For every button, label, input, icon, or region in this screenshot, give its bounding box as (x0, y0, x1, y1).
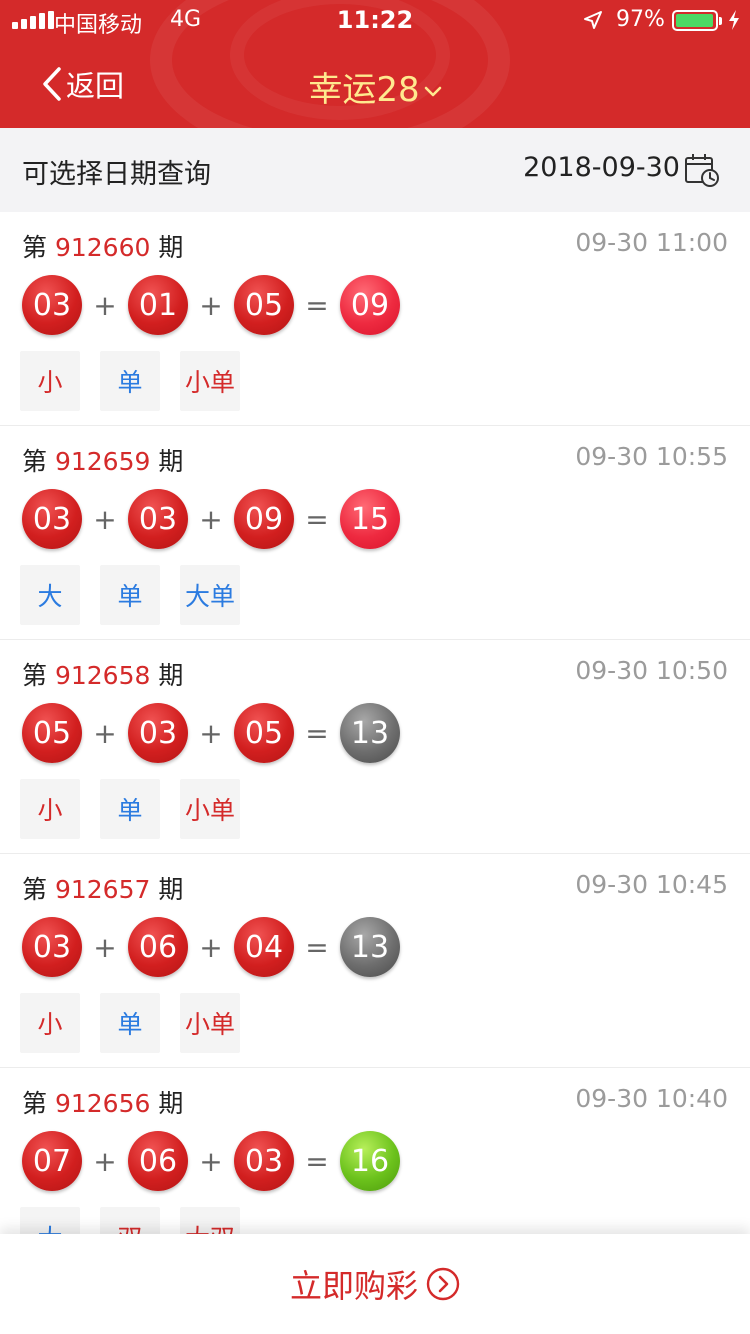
result-tag: 小单 (180, 993, 240, 1053)
draw-row[interactable]: 第 912658 期 09-30 10:50 05 +03 +05 = 13 小单小单 (0, 640, 750, 854)
plus-sign: + (93, 502, 117, 536)
number-ball: 05 (234, 275, 294, 335)
buy-now-label: 立即购彩 (289, 1267, 418, 1305)
number-ball: 03 (22, 917, 82, 977)
draw-numbers: 07 +06 +03 = 16 (22, 1130, 400, 1192)
result-tag: 单 (100, 779, 160, 839)
number-ball: 07 (22, 1131, 82, 1191)
issue-id: 912658 (54, 661, 151, 690)
sum-ball: 15 (340, 489, 400, 549)
issue-id: 912659 (54, 447, 151, 476)
buy-now-button[interactable]: 立即购彩 (0, 1234, 750, 1334)
plus-sign: + (199, 930, 223, 964)
result-tag: 大 (20, 1207, 80, 1234)
issue-number: 第 912659 期 (22, 447, 184, 476)
number-ball: 03 (22, 489, 82, 549)
draw-time: 09-30 10:40 (575, 1084, 728, 1113)
draw-row[interactable]: 第 912656 期09-30 10:4007+06+03=16大双大双 (0, 1068, 750, 1234)
number-ball: 06 (128, 917, 188, 977)
calendar-clock-icon[interactable] (684, 152, 720, 188)
issue-number: 第 912658 期 (22, 661, 184, 690)
battery-level (676, 14, 713, 27)
charging-bolt-icon (729, 10, 739, 30)
plus-sign: + (93, 288, 117, 322)
location-arrow-icon (584, 11, 602, 29)
result-tag: 单 (100, 565, 160, 625)
date-filter-label: 可选择日期查询 (22, 159, 211, 190)
draw-row[interactable]: 第 912660 期 09-30 11:00 03 +01 +05 = 09 小单小单 (0, 212, 750, 426)
circle-arrow-right-icon (426, 1267, 460, 1301)
result-tag: 小单 (180, 779, 240, 839)
result-tags: 小单小单 (20, 779, 240, 839)
draw-numbers: 05 +03 +05 = 13 (22, 702, 400, 764)
page-title: 幸运28 (308, 70, 420, 110)
plus-sign: + (199, 1144, 223, 1178)
issue-id: 912657 (54, 875, 151, 904)
equals-sign: = (305, 930, 329, 964)
result-tag: 小 (20, 779, 80, 839)
issue-id: 912656 (54, 1089, 151, 1118)
plus-sign: + (93, 716, 117, 750)
result-tag: 小 (20, 351, 80, 411)
draw-time: 09-30 10:55 (575, 442, 728, 471)
app-header: 中国移动 4G 11:22 97% 返回 幸运28 (0, 0, 750, 128)
result-tags: 大双大双 (20, 1207, 240, 1234)
result-tags: 小单小单 (20, 993, 240, 1053)
result-tag: 大双 (180, 1207, 240, 1234)
plus-sign: + (199, 502, 223, 536)
equals-sign: = (305, 288, 329, 322)
number-ball: 09 (234, 489, 294, 549)
equals-sign: = (305, 716, 329, 750)
number-ball: 03 (22, 275, 82, 335)
sum-ball: 09 (340, 275, 400, 335)
result-tag: 单 (100, 993, 160, 1053)
plus-sign: + (199, 716, 223, 750)
equals-sign: = (305, 502, 329, 536)
issue-number: 第 912660 期 (22, 233, 184, 262)
battery-icon (672, 10, 722, 31)
draw-results-list[interactable]: 第 912660 期 09-30 11:00 03 +01 +05 = 09 小单小单第 91… (0, 212, 750, 1234)
draw-numbers: 03 +01 +05 = 09 (22, 274, 400, 336)
result-tags: 小单小单 (20, 351, 240, 411)
number-ball: 05 (22, 703, 82, 763)
number-ball: 05 (234, 703, 294, 763)
sum-ball: 16 (340, 1131, 400, 1191)
draw-time: 09-30 10:50 (575, 656, 728, 685)
issue-number: 第 912657 期 (22, 875, 184, 904)
result-tag: 单 (100, 351, 160, 411)
result-tag: 小 (20, 993, 80, 1053)
number-ball: 06 (128, 1131, 188, 1191)
number-ball: 03 (128, 703, 188, 763)
draw-row[interactable]: 第 912657 期 09-30 10:45 03 +06 +04 = 13 小单小单 (0, 854, 750, 1068)
chevron-down-icon (424, 86, 441, 96)
result-tags: 大单大单 (20, 565, 240, 625)
sum-ball: 13 (340, 917, 400, 977)
battery-percent: 97% (616, 7, 665, 32)
draw-numbers: 03 +06 +04 = 13 (22, 916, 400, 978)
sum-ball: 13 (340, 703, 400, 763)
lottery-type-selector[interactable]: 幸运28 (0, 62, 750, 111)
plus-sign: + (93, 1144, 117, 1178)
draw-time: 09-30 10:45 (575, 870, 728, 899)
result-tag: 大单 (180, 565, 240, 625)
status-bar: 中国移动 4G 11:22 97% (0, 0, 750, 40)
number-ball: 04 (234, 917, 294, 977)
number-ball: 03 (234, 1131, 294, 1191)
draw-numbers: 03 +03 +09 = 15 (22, 488, 400, 550)
issue-id: 912660 (54, 233, 151, 262)
number-ball: 03 (128, 489, 188, 549)
result-tag: 大 (20, 565, 80, 625)
plus-sign: + (199, 288, 223, 322)
issue-number: 第 912656 期 (22, 1089, 184, 1118)
draw-row[interactable]: 第 912659 期 09-30 10:55 03 +03 +09 = 15 大单大单 (0, 426, 750, 640)
selected-date[interactable]: 2018-09-30 (523, 152, 680, 183)
result-tag: 小单 (180, 351, 240, 411)
result-tag: 双 (100, 1207, 160, 1234)
number-ball: 01 (128, 275, 188, 335)
equals-sign: = (305, 1144, 329, 1178)
plus-sign: + (93, 930, 117, 964)
draw-time: 09-30 11:00 (575, 228, 728, 257)
date-filter-bar[interactable]: 可选择日期查询 2018-09-30 (0, 128, 750, 212)
